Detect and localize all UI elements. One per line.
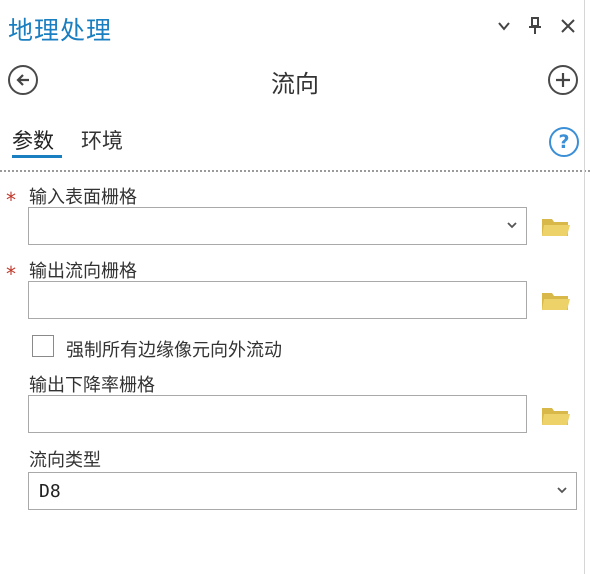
pin-icon	[529, 17, 541, 34]
output-drop-label: 输出下降率栅格	[29, 375, 155, 396]
tab-parameters[interactable]: 参数	[12, 125, 54, 155]
chevron-down-icon	[498, 22, 510, 31]
flow-type-select[interactable]: D8	[28, 472, 577, 510]
folder-icon[interactable]	[541, 214, 571, 238]
close-button[interactable]	[556, 14, 580, 38]
pin-button[interactable]	[523, 14, 547, 38]
tool-title: 流向	[271, 70, 319, 98]
flow-type-label: 流向类型	[29, 450, 101, 471]
output-flow-direction-field[interactable]	[28, 281, 527, 319]
force-flow-label: 强制所有边缘像元向外流动	[66, 340, 282, 361]
pane-border	[584, 0, 585, 574]
help-icon: ?	[558, 131, 570, 153]
chevron-down-icon[interactable]	[554, 482, 570, 498]
help-button[interactable]: ?	[549, 127, 579, 157]
tab-environments[interactable]: 环境	[81, 125, 123, 155]
required-marker: *	[6, 262, 16, 286]
plus-icon	[556, 73, 570, 87]
chevron-down-icon[interactable]	[504, 217, 520, 233]
pane-title: 地理处理	[8, 16, 113, 45]
close-icon	[561, 19, 575, 33]
output-drop-field[interactable]	[28, 395, 527, 433]
add-button[interactable]	[548, 65, 578, 95]
folder-icon[interactable]	[541, 288, 571, 312]
separator	[0, 170, 590, 172]
pane-menu-button[interactable]	[492, 14, 516, 38]
output-flow-direction-label: 输出流向栅格	[29, 261, 137, 282]
active-tab-indicator	[12, 155, 62, 158]
force-flow-checkbox[interactable]	[32, 335, 54, 357]
required-marker: *	[6, 188, 16, 212]
folder-icon[interactable]	[541, 403, 571, 427]
flow-type-value: D8	[39, 481, 61, 502]
input-surface-label: 输入表面栅格	[29, 187, 137, 208]
input-surface-combo[interactable]	[28, 207, 527, 245]
